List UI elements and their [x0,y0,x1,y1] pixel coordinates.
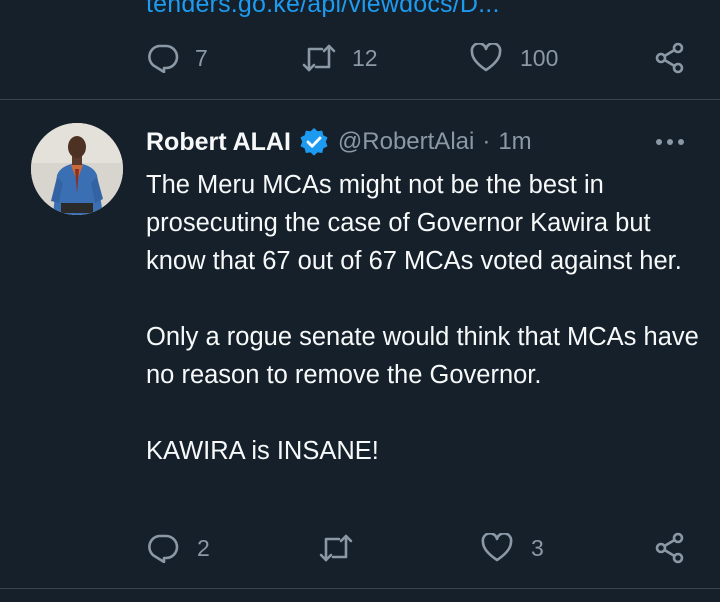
reply-icon [147,533,179,563]
reply-count: 2 [197,534,210,561]
reply-count: 7 [195,44,208,71]
verified-badge-icon [299,127,329,157]
share-icon [654,532,686,564]
previous-tweet-action-bar: 7 12 100 [0,38,720,78]
share-icon [654,42,686,74]
tweet-paragraph: KAWIRA is INSANE! [146,437,379,465]
tweet-paragraph: The Meru MCAs might not be the best in p… [146,171,682,275]
reply-icon [147,43,179,73]
reply-button[interactable]: 7 [147,38,208,78]
like-button[interactable]: 100 [470,38,558,78]
retweet-icon [302,43,336,73]
tweet-text: The Meru MCAs might not be the best in p… [146,166,706,470]
heart-icon [470,43,502,73]
more-icon [655,133,685,151]
tweet-action-bar: 2 3 [0,528,720,568]
tweet-divider [0,99,720,100]
display-name[interactable]: Robert ALAI [146,128,291,157]
tweet-link[interactable]: tenders.go.ke/api/viewdocs/D... [146,0,500,19]
retweet-count: 12 [352,44,378,71]
retweet-button[interactable]: 12 [302,38,378,78]
like-count: 100 [520,44,559,71]
more-options-button[interactable] [652,128,688,156]
heart-icon [481,533,513,563]
share-button[interactable] [654,528,686,568]
retweet-icon [319,533,353,563]
reply-button[interactable]: 2 [147,528,210,568]
like-button[interactable]: 3 [481,528,544,568]
retweet-button[interactable] [319,528,369,568]
avatar[interactable] [31,123,123,215]
like-count: 3 [531,534,544,561]
header-separator: · [482,128,491,155]
user-handle[interactable]: @RobertAlai [338,128,474,156]
tweet-divider [0,588,720,589]
tweet-header: Robert ALAI @RobertAlai · 1m [146,124,532,160]
tweet-timestamp[interactable]: 1m [498,128,531,156]
timeline: tenders.go.ke/api/viewdocs/D... 7 12 100… [0,0,720,602]
share-button[interactable] [654,38,686,78]
tweet-paragraph: Only a rogue senate would think that MCA… [146,323,699,389]
